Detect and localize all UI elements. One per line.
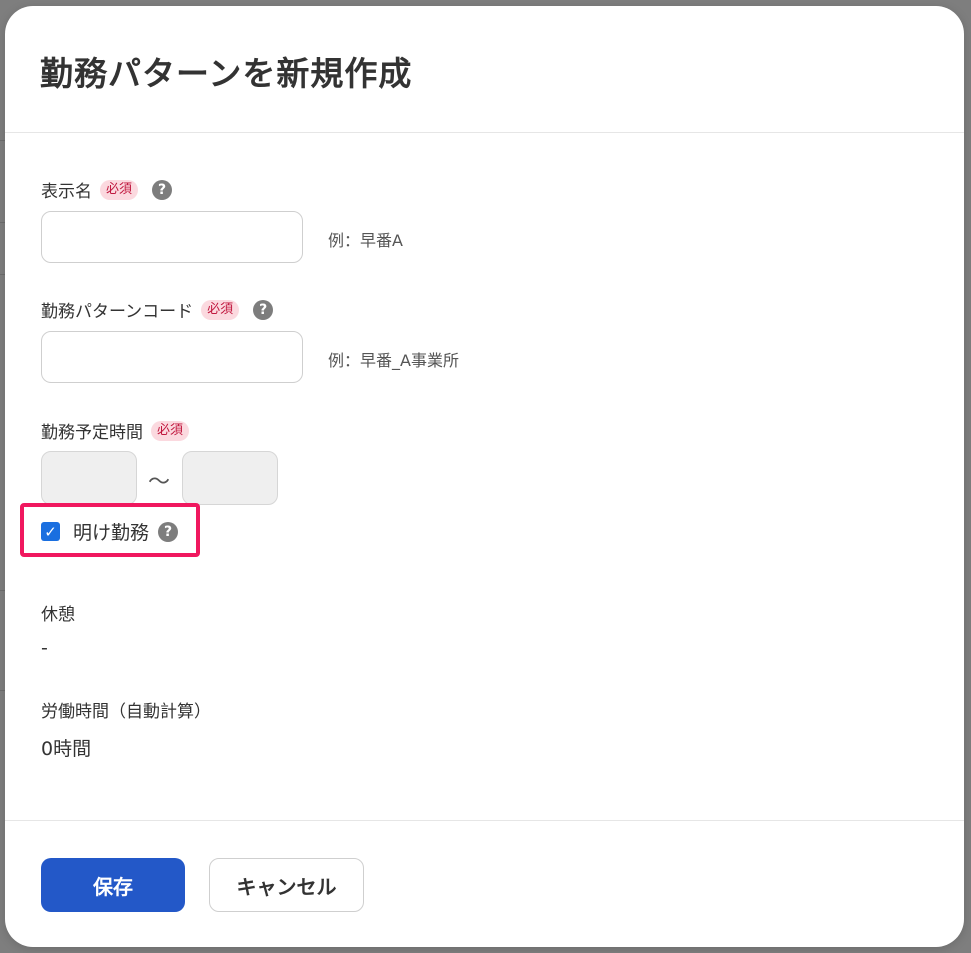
required-badge: 必須 (100, 179, 139, 200)
question-circle-icon[interactable]: ? (158, 521, 179, 542)
overnight-shift-label[interactable]: 明け勤務 (73, 518, 149, 545)
create-work-pattern-dialog: 勤務パターンを新規作成 表示名 必須 ? 例：早番A 勤務パターンコード 必須 … (5, 6, 964, 947)
scheduled-time-label: 勤務予定時間 (41, 423, 143, 443)
pattern-code-label-row: 勤務パターンコード 必須 ? (41, 297, 274, 322)
pattern-code-label: 勤務パターンコード (41, 302, 194, 322)
checkbox-checked-icon[interactable]: ✓ (41, 522, 60, 541)
break-value: - (41, 637, 48, 659)
display-name-input[interactable] (41, 211, 303, 263)
time-range-separator: 〜 (148, 470, 171, 495)
display-name-label: 表示名 (41, 182, 92, 202)
end-time-input[interactable] (182, 451, 278, 505)
question-circle-icon[interactable]: ? (152, 179, 173, 200)
dialog-footer-divider (5, 820, 964, 821)
display-name-example: 例：早番A (328, 231, 403, 250)
required-badge: 必須 (201, 299, 240, 320)
required-badge: 必須 (151, 420, 190, 441)
break-label: 休憩 (41, 605, 75, 625)
overnight-shift-row[interactable]: ✓ 明け勤務 ? (41, 518, 179, 545)
pattern-code-input[interactable] (41, 331, 303, 383)
display-name-label-row: 表示名 必須 ? (41, 177, 173, 202)
working-hours-label: 労働時間（自動計算） (41, 702, 211, 722)
dialog-title: 勤務パターンを新規作成 (40, 54, 413, 93)
dialog-header: 勤務パターンを新規作成 (5, 6, 964, 133)
question-circle-icon[interactable]: ? (253, 299, 274, 320)
pattern-code-example: 例：早番_A事業所 (328, 351, 459, 370)
save-button[interactable]: 保存 (41, 858, 185, 912)
scheduled-time-label-row: 勤務予定時間 必須 (41, 418, 190, 443)
start-time-input[interactable] (41, 451, 137, 505)
working-hours-value: 0時間 (41, 738, 92, 760)
cancel-button[interactable]: キャンセル (209, 858, 364, 912)
